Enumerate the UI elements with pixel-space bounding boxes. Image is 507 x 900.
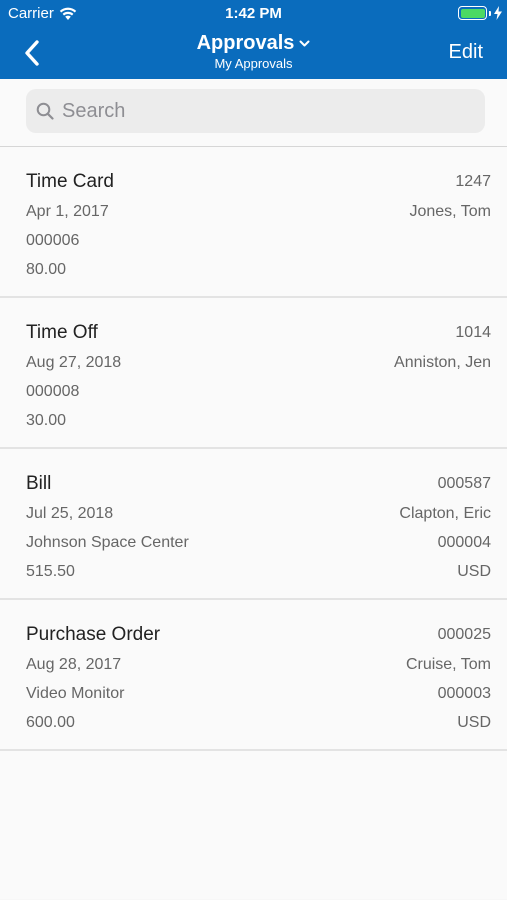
item-currency: USD xyxy=(457,562,491,580)
battery-icon xyxy=(458,6,487,20)
item-currency: USD xyxy=(457,713,491,731)
item-id: 000587 xyxy=(437,474,491,492)
item-id: 1247 xyxy=(455,172,491,190)
search-placeholder: Search xyxy=(62,99,126,122)
battery-indicator xyxy=(458,6,503,20)
item-amount: 30.00 xyxy=(26,411,67,429)
item-person: Anniston, Jen xyxy=(394,353,491,371)
edit-button[interactable]: Edit xyxy=(449,41,483,64)
header: Carrier 1:42 PM Approvals My Approvals E… xyxy=(0,0,507,79)
item-amount: 515.50 xyxy=(26,562,75,580)
item-date: Aug 28, 2017 xyxy=(26,655,122,673)
item-detail: Video Monitor xyxy=(26,684,125,702)
chevron-down-icon xyxy=(299,40,310,46)
approvals-list: Time Card 1247 Apr 1, 2017 Jones, Tom 0000… xyxy=(0,147,507,751)
clock: 1:42 PM xyxy=(225,5,282,22)
item-amount: 600.00 xyxy=(26,713,75,731)
item-title: Bill xyxy=(26,472,52,494)
item-title: Time Off xyxy=(26,321,98,343)
charging-bolt-icon xyxy=(494,6,502,20)
item-detail-right: 000003 xyxy=(437,684,491,702)
list-item[interactable]: Bill 000587 Jul 25, 2018 Clapton, Eric Joh… xyxy=(0,449,507,600)
list-item[interactable]: Time Card 1247 Apr 1, 2017 Jones, Tom 0000… xyxy=(0,147,507,298)
status-bar: Carrier 1:42 PM xyxy=(0,0,507,28)
item-person: Cruise, Tom xyxy=(405,655,491,673)
item-title: Time Card xyxy=(26,170,114,192)
page-title: Approvals xyxy=(196,32,295,54)
item-date: Aug 27, 2018 xyxy=(26,353,122,371)
item-person: Clapton, Eric xyxy=(399,504,491,522)
page-subtitle: My Approvals xyxy=(214,56,293,71)
search-icon xyxy=(36,102,54,120)
item-detail: 000006 xyxy=(26,231,80,249)
item-detail: Johnson Space Center xyxy=(26,533,189,551)
item-date: Jul 25, 2018 xyxy=(26,504,114,522)
item-detail: 000008 xyxy=(26,382,80,400)
item-date: Apr 1, 2017 xyxy=(26,202,109,220)
empty-list-area xyxy=(0,751,507,899)
search-input[interactable]: Search xyxy=(26,89,485,133)
item-id: 000025 xyxy=(437,625,491,643)
list-item[interactable]: Time Off 1014 Aug 27, 2018 Anniston, Jen 0… xyxy=(0,298,507,449)
list-item[interactable]: Purchase Order 000025 Aug 28, 2017 Cruise,… xyxy=(0,600,507,751)
item-title: Purchase Order xyxy=(26,623,161,645)
title-dropdown[interactable]: Approvals My Approvals xyxy=(0,32,507,71)
item-amount: 80.00 xyxy=(26,260,67,278)
search-area: Search xyxy=(0,79,507,147)
navigation-bar: Approvals My Approvals Edit xyxy=(0,28,507,79)
item-person: Jones, Tom xyxy=(409,202,491,220)
item-detail-right: 000004 xyxy=(437,533,491,551)
item-id: 1014 xyxy=(455,323,491,341)
